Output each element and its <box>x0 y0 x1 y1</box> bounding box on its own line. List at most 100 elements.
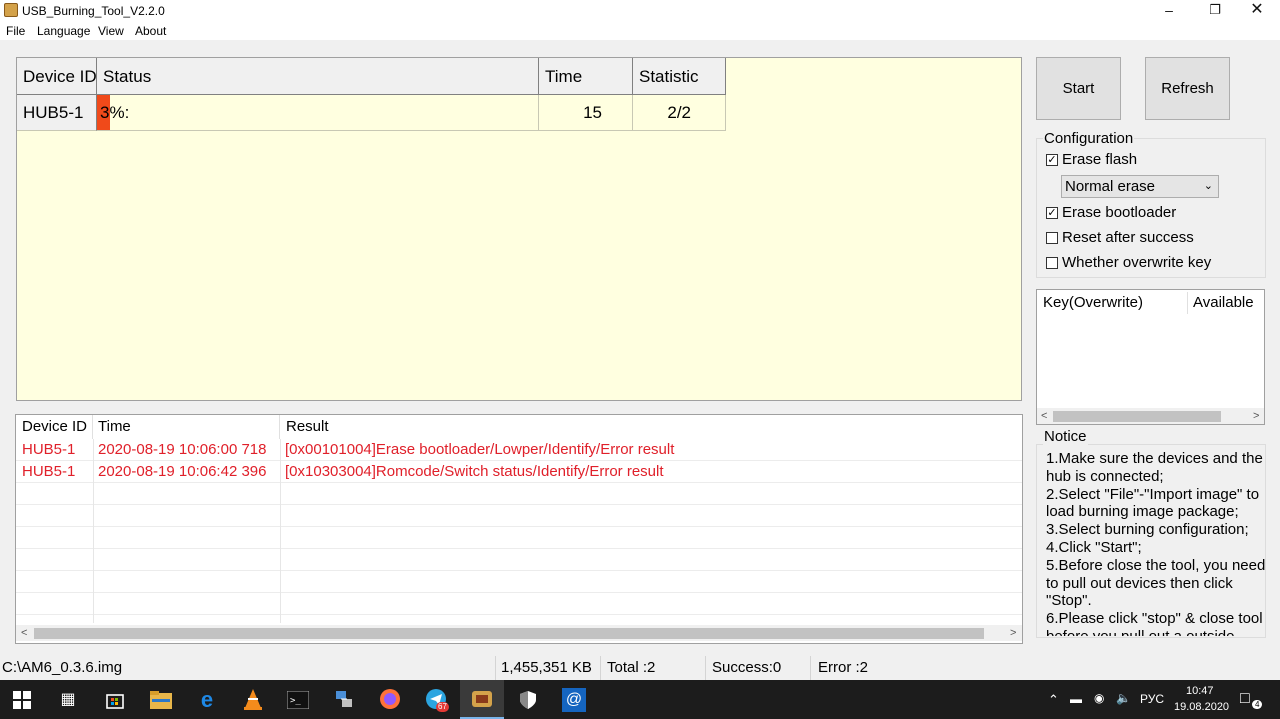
menu-language[interactable]: Language <box>37 24 90 38</box>
log-device-id: HUB5-1 <box>22 441 76 458</box>
app-icon <box>4 3 18 17</box>
notification-count: 4 <box>1252 700 1263 709</box>
log-time: 2020-08-19 10:06:42 396 <box>98 463 267 480</box>
scroll-left-icon[interactable]: < <box>1041 408 1047 424</box>
header-status[interactable]: Status <box>97 58 539 95</box>
erase-mode-select[interactable]: Normal erase ⌄ <box>1061 175 1219 198</box>
menu-bar: File Language View About <box>0 22 1280 40</box>
log-row[interactable]: HUB5-1 2020-08-19 10:06:42 396 [0x103030… <box>16 461 1022 483</box>
device-grid[interactable]: Device ID Status Time Statistic HUB5-1 3… <box>16 57 1022 401</box>
header-available[interactable]: Available <box>1193 290 1254 316</box>
vlc-icon[interactable] <box>241 688 265 712</box>
log-header-result[interactable]: Result <box>280 415 580 439</box>
menu-view[interactable]: View <box>98 24 124 38</box>
status-divider <box>705 656 706 680</box>
edge-icon[interactable]: e <box>195 688 219 712</box>
total-count: Total :2 <box>607 659 656 676</box>
scroll-left-icon[interactable]: < <box>21 625 27 641</box>
store-icon[interactable] <box>103 688 127 712</box>
status-divider <box>495 656 496 680</box>
notice-line: 4.Click "Start"; <box>1046 538 1142 556</box>
log-row-empty <box>16 593 1022 615</box>
log-row[interactable]: HUB5-1 2020-08-19 10:06:00 718 [0x001010… <box>16 439 1022 461</box>
start-button[interactable]: Start <box>1036 57 1121 120</box>
volume-icon[interactable]: 🔈 <box>1116 691 1131 705</box>
refresh-button[interactable]: Refresh <box>1145 57 1230 120</box>
reset-after-success-checkbox[interactable] <box>1046 232 1058 244</box>
log-table[interactable]: Device ID Time Result HUB5-1 2020-08-19 … <box>15 414 1023 644</box>
configuration-title: Configuration <box>1043 130 1135 147</box>
windows-start-icon[interactable] <box>10 688 34 712</box>
notice-line: 3.Select burning configuration; <box>1046 521 1249 539</box>
success-count: Success:0 <box>712 659 782 676</box>
terminal-icon[interactable]: >_ <box>286 688 310 712</box>
close-button[interactable]: ✕ <box>1234 0 1280 22</box>
erase-flash-label: Erase flash <box>1062 151 1138 168</box>
network-tool-icon[interactable] <box>332 688 356 712</box>
image-size: 1,455,351 KB <box>501 659 592 676</box>
log-result: [0x00101004]Erase bootloader/Lowper/Iden… <box>285 441 675 458</box>
overwrite-key-checkbox[interactable] <box>1046 257 1058 269</box>
log-row-empty <box>16 505 1022 527</box>
log-time: 2020-08-19 10:06:00 718 <box>98 441 267 458</box>
title-bar: USB_Burning_Tool_V2.2.0 – ❐ ✕ <box>0 0 1280 22</box>
notice-text: 1.Make sure the devices and the hub is c… <box>1046 450 1268 636</box>
log-row-empty <box>16 571 1022 593</box>
device-id-cell[interactable]: HUB5-1 <box>17 95 97 131</box>
notice-line: 2.Select "File"-"Import image" to load b… <box>1046 485 1260 521</box>
telegram-icon[interactable]: 67 <box>424 688 449 712</box>
shield-icon[interactable] <box>516 688 540 712</box>
header-statistic[interactable]: Statistic <box>633 58 726 95</box>
status-cell: 3%: <box>97 95 539 131</box>
header-key-overwrite[interactable]: Key(Overwrite) <box>1043 290 1143 316</box>
taskbar: ▦ e >_ 67 @ ⌃ ▬ ◉ 🔈 РУС 10:47 19.08.2020… <box>0 680 1280 719</box>
notice-title: Notice <box>1043 428 1088 445</box>
svg-text:>_: >_ <box>290 696 301 706</box>
log-row-empty <box>16 549 1022 571</box>
status-divider <box>810 656 811 680</box>
notifications-icon[interactable]: □ <box>1240 690 1250 708</box>
erase-bootloader-label: Erase bootloader <box>1062 204 1177 221</box>
scrollbar-thumb[interactable] <box>34 628 984 639</box>
log-header-device-id[interactable]: Device ID <box>16 415 93 439</box>
wifi-icon[interactable]: ◉ <box>1094 691 1104 705</box>
mail-icon[interactable]: @ <box>562 688 586 712</box>
maximize-button[interactable]: ❐ <box>1192 0 1238 22</box>
scrollbar-thumb[interactable] <box>1053 411 1221 422</box>
scroll-right-icon[interactable]: > <box>1010 625 1016 641</box>
telegram-badge: 67 <box>436 702 449 712</box>
progress-text: 3%: <box>100 103 130 122</box>
file-explorer-icon[interactable] <box>149 688 173 712</box>
erase-bootloader-checkbox[interactable]: ✓ <box>1046 207 1058 219</box>
chevron-up-icon[interactable]: ⌃ <box>1048 692 1059 708</box>
column-divider <box>280 439 281 623</box>
menu-file[interactable]: File <box>6 24 25 38</box>
firefox-icon[interactable] <box>378 688 402 712</box>
reset-after-success-label: Reset after success <box>1062 229 1194 246</box>
log-result: [0x10303004]Romcode/Switch status/Identi… <box>285 463 664 480</box>
image-path: C:\AM6_0.3.6.img <box>2 659 123 676</box>
clock-time[interactable]: 10:47 <box>1186 685 1214 697</box>
active-app-tab[interactable] <box>460 680 504 719</box>
log-header-time[interactable]: Time <box>93 415 280 439</box>
clock-date[interactable]: 19.08.2020 <box>1174 701 1229 713</box>
window-title: USB_Burning_Tool_V2.2.0 <box>22 4 165 18</box>
header-divider <box>1187 292 1188 314</box>
task-view-icon[interactable]: ▦ <box>56 688 80 712</box>
error-count: Error :2 <box>818 659 869 676</box>
language-indicator[interactable]: РУС <box>1140 692 1164 706</box>
statistic-cell: 2/2 <box>633 95 726 131</box>
erase-flash-checkbox[interactable]: ✓ <box>1046 154 1058 166</box>
log-row-empty <box>16 483 1022 505</box>
erase-mode-value: Normal erase <box>1065 178 1156 195</box>
header-time[interactable]: Time <box>539 58 633 95</box>
key-table-scrollbar[interactable]: < > <box>1037 408 1264 424</box>
key-table[interactable]: Key(Overwrite) Available < > <box>1036 289 1265 425</box>
log-table-scrollbar[interactable]: < > <box>16 625 1022 641</box>
battery-icon[interactable]: ▬ <box>1070 692 1082 706</box>
log-device-id: HUB5-1 <box>22 463 76 480</box>
minimize-button[interactable]: – <box>1146 0 1192 22</box>
header-device-id[interactable]: Device ID <box>17 58 97 95</box>
menu-about[interactable]: About <box>135 24 166 38</box>
scroll-right-icon[interactable]: > <box>1253 408 1259 424</box>
